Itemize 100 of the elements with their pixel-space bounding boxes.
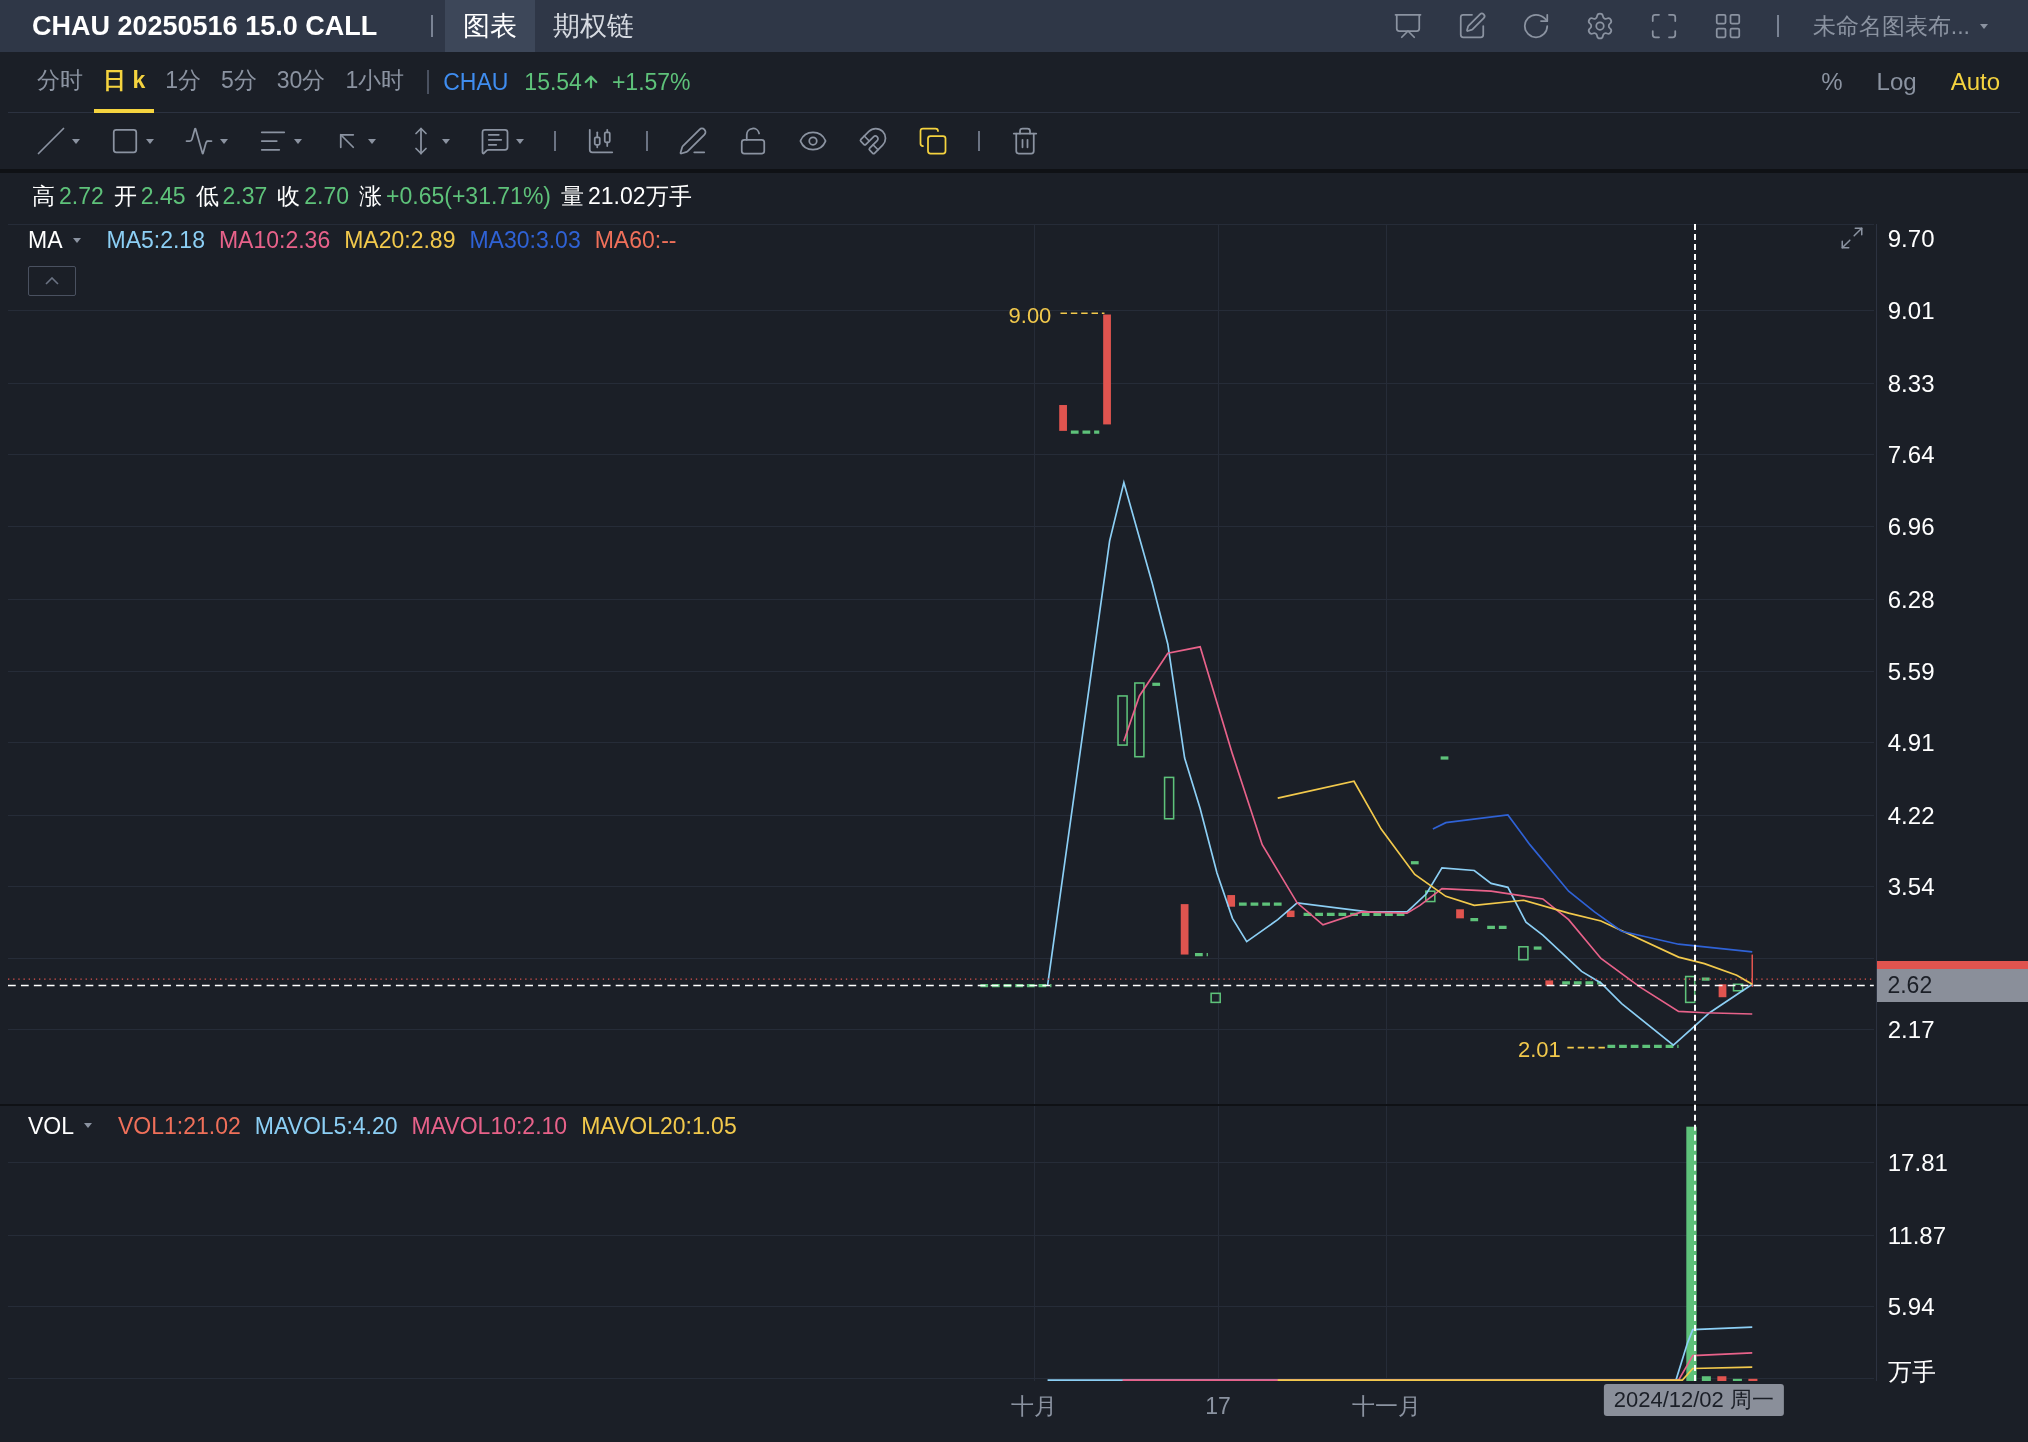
caret-icon	[72, 237, 81, 243]
drawing-tool-button[interactable]	[480, 126, 524, 156]
price-axis-label: 6.28	[1887, 587, 1935, 612]
drawing-tool-button[interactable]	[36, 126, 80, 156]
caret-icon	[368, 138, 376, 144]
pencil-icon	[678, 126, 708, 156]
candle	[1732, 983, 1744, 992]
price-axis-label: 4.91	[1887, 731, 1935, 756]
period-tab[interactable]: 日 k	[94, 51, 155, 113]
candle	[1286, 910, 1295, 917]
leader-line	[1059, 312, 1106, 314]
delete-icon	[1010, 126, 1040, 156]
ma-value: MA30:3.03	[469, 225, 581, 255]
period-tab[interactable]: 分时	[28, 51, 92, 113]
scale-option[interactable]: Auto	[1950, 64, 2000, 100]
candle-wick	[1751, 953, 1754, 988]
candle	[1718, 984, 1727, 997]
quote-price: 15.54	[524, 67, 582, 97]
price-axis-label: 5.59	[1887, 660, 1935, 685]
caret-icon	[84, 1123, 93, 1129]
candlestick-icon	[586, 126, 616, 156]
chevron-up-icon	[45, 277, 59, 286]
flat-candles	[1410, 860, 1422, 865]
candle	[1210, 992, 1221, 1003]
indicator-chart-icon[interactable]	[1392, 11, 1423, 41]
copy-icon	[918, 126, 948, 156]
expand-icon[interactable]	[1838, 224, 1865, 251]
ma-value: MA20:2.89	[344, 225, 456, 255]
ma-value: MA10:2.36	[218, 225, 331, 255]
volume-axis-label: 11.87	[1887, 1223, 1947, 1248]
rectangle-tool-icon	[110, 126, 140, 156]
current-price-tag: 2.62	[1877, 968, 2028, 1003]
magnet-icon	[858, 126, 888, 156]
time-axis-label: 17	[1205, 1394, 1231, 1418]
scale-option[interactable]: Log	[1876, 64, 1917, 100]
ma-selector[interactable]: MA	[28, 222, 81, 258]
price-axis-label: 9.70	[1887, 226, 1935, 251]
price-axis-label: 6.96	[1887, 515, 1935, 540]
drawing-tool-button[interactable]	[184, 126, 228, 156]
period-tab[interactable]: 1分	[156, 51, 210, 113]
price-axis-label: 9.01	[1887, 299, 1935, 324]
flat-candles	[1194, 952, 1208, 956]
candle	[1456, 909, 1464, 919]
volume-axis-label: 17.81	[1887, 1151, 1948, 1176]
flat-candles	[1070, 430, 1100, 434]
line-tool-icon	[36, 126, 66, 156]
ohlc-label: 高	[32, 181, 55, 211]
flat-candles	[1238, 902, 1285, 906]
drawing-tool-button[interactable]	[678, 126, 708, 156]
vol-value: MAVOL10:2.10	[411, 1111, 568, 1141]
drawing-tool-button[interactable]	[738, 126, 768, 156]
period-tab[interactable]: 30分	[267, 51, 335, 113]
caret-icon	[146, 138, 154, 144]
time-axis-label: 十月	[1011, 1394, 1058, 1418]
caret-icon	[442, 138, 450, 144]
caret-icon	[220, 138, 228, 144]
high-marker: 9.00	[1008, 301, 1052, 330]
candle	[1163, 776, 1175, 820]
scale-option[interactable]: %	[1821, 64, 1843, 100]
drawing-tool-button[interactable]	[110, 126, 154, 156]
quote-symbol: CHAU	[443, 67, 509, 97]
vol-value: VOL1:21.02	[118, 1111, 241, 1141]
candle	[1117, 694, 1128, 746]
price-axis-label: 3.54	[1887, 874, 1935, 899]
price-axis-label: 2.17	[1887, 1018, 1935, 1043]
caret-icon	[1980, 23, 1988, 29]
ma-value: MA5:2.18	[106, 225, 205, 255]
flat-candles	[1562, 981, 1601, 985]
flat-candles	[1152, 682, 1161, 686]
flat-candles	[1440, 756, 1451, 760]
ohlc-value: 2.72	[59, 181, 104, 211]
header-tab[interactable]: 图表	[445, 0, 536, 52]
period-tab[interactable]: 1小时	[336, 51, 414, 113]
drawing-tool-button[interactable]	[586, 126, 616, 156]
candle	[1059, 404, 1067, 431]
quote-change: +1.57%	[611, 67, 691, 97]
ohlc-label: 开	[113, 181, 137, 211]
low-marker: 2.01	[1517, 1036, 1561, 1065]
candle	[1227, 894, 1236, 907]
vol-selector[interactable]: VOL	[28, 1108, 93, 1144]
ma-value: MA60:--	[594, 225, 677, 255]
text-tool-icon	[480, 126, 510, 156]
period-tab[interactable]: 5分	[212, 51, 266, 113]
header-tab[interactable]: 期权链	[535, 0, 653, 52]
ohlc-label: 收	[277, 181, 301, 211]
price-axis-label: 4.22	[1887, 803, 1935, 828]
layout-dropdown[interactable]: 未命名图表布...	[1812, 8, 1988, 44]
unlock-icon	[738, 126, 768, 156]
flat-candles	[1607, 1044, 1679, 1048]
flat-candles	[1701, 977, 1713, 981]
drawing-tool-button[interactable]	[918, 126, 948, 156]
drawing-tool-button[interactable]	[1010, 126, 1040, 156]
pattern-tool-icon	[184, 126, 214, 156]
candle	[1545, 980, 1554, 986]
crosshair-date-tag: 2024/12/02 周一	[1603, 1383, 1784, 1416]
volume-axis-label: 5.94	[1887, 1294, 1935, 1319]
drawing-tool-button[interactable]	[858, 126, 888, 156]
caret-icon	[72, 138, 80, 144]
price-axis-label: 7.64	[1887, 442, 1935, 467]
ohlc-value: +0.65(+31.71%)	[386, 181, 551, 211]
